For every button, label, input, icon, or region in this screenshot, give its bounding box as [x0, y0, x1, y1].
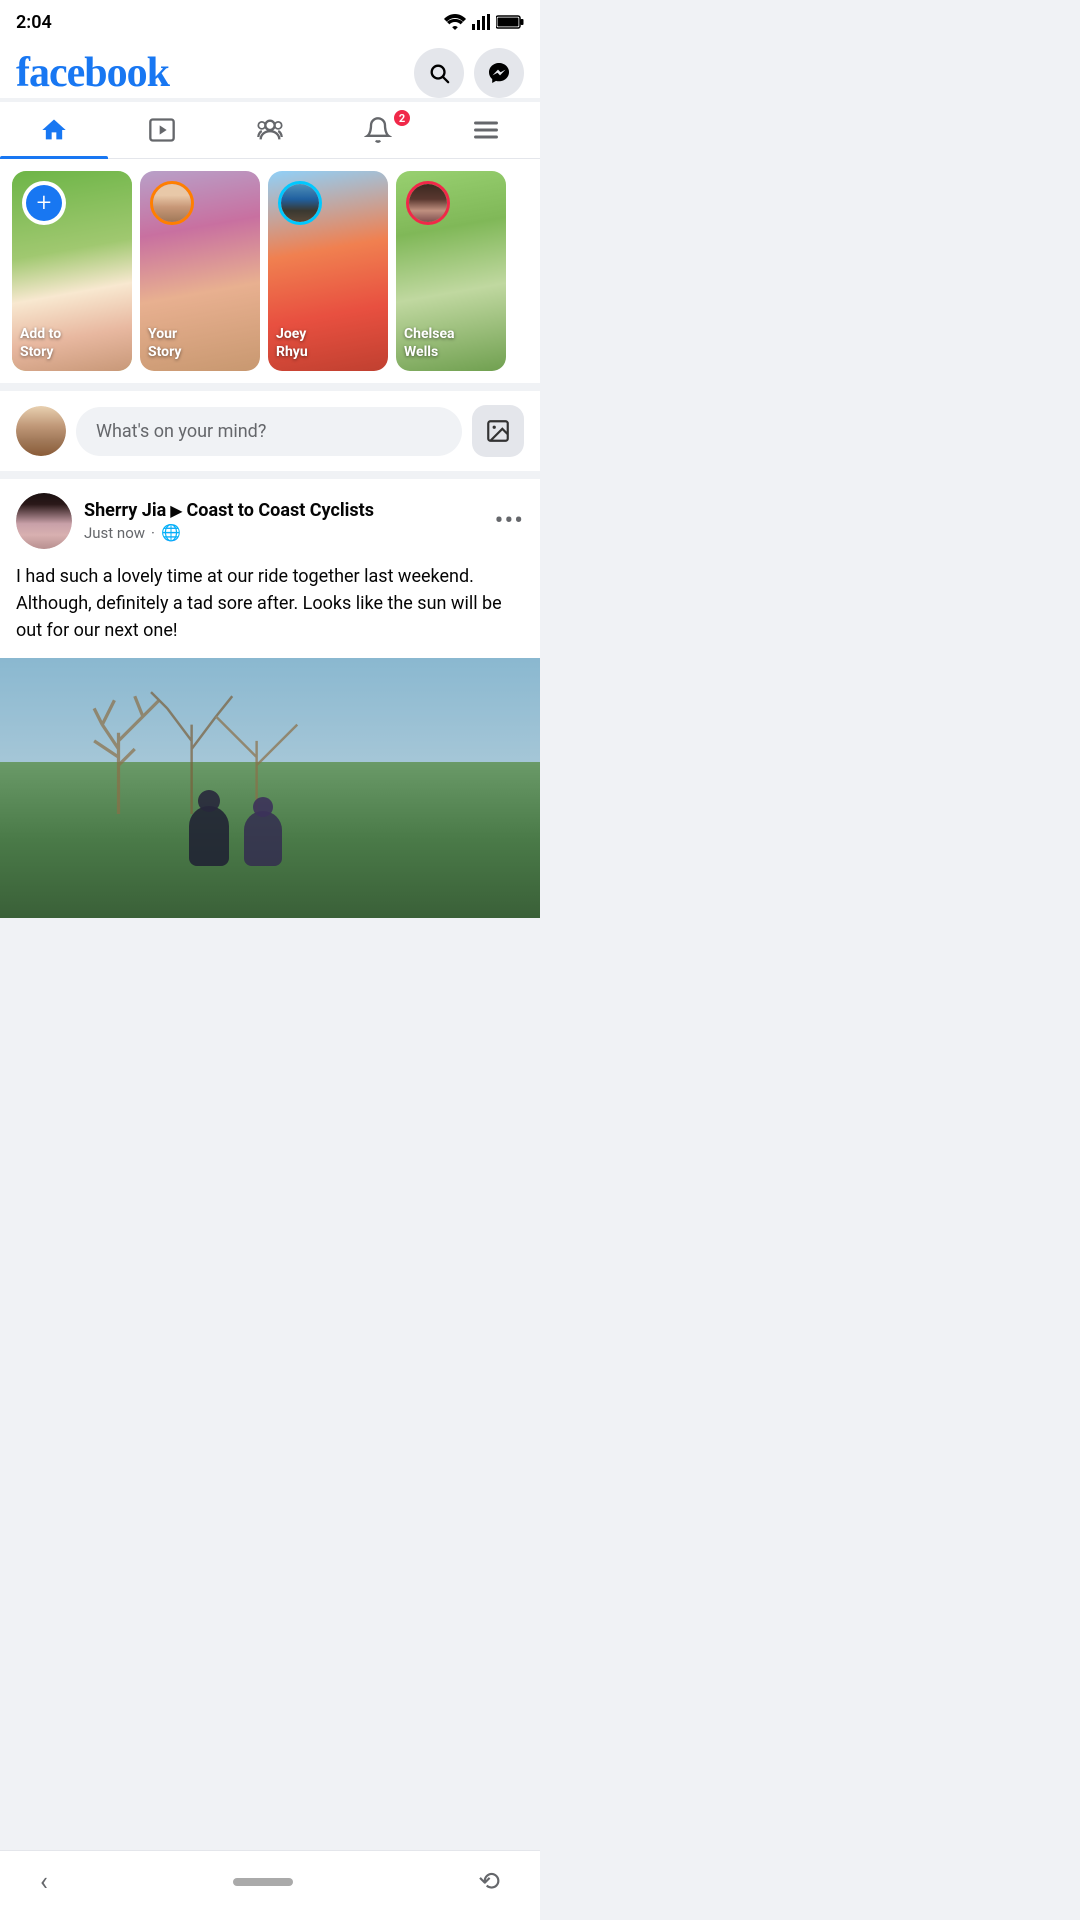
back-button[interactable]: ‹ [40, 1867, 48, 1897]
joey-story-avatar [278, 181, 322, 225]
groups-icon [256, 116, 284, 144]
stories-section: + Add toStory YourStory JoeyRhyu [0, 159, 540, 383]
status-bar: 2:04 [0, 0, 540, 40]
rotate-button[interactable]: ⟲ [478, 1867, 500, 1897]
status-icons [444, 14, 524, 30]
add-plus-icon: + [26, 185, 62, 221]
tab-watch[interactable] [108, 102, 216, 158]
photo-icon [485, 418, 511, 444]
post-image[interactable] [0, 658, 540, 918]
search-icon [428, 62, 450, 84]
story-add[interactable]: + Add toStory [12, 171, 132, 371]
post-group-name[interactable]: Coast to Coast Cyclists [187, 500, 374, 521]
post-arrow-icon: ▶ [170, 501, 182, 520]
story-your[interactable]: YourStory [140, 171, 260, 371]
add-story-label: Add toStory [20, 325, 61, 361]
post-header: Sherry Jia ▶ Coast to Coast Cyclists Jus… [0, 479, 540, 559]
menu-icon [472, 116, 500, 144]
story-joey[interactable]: JoeyRhyu [268, 171, 388, 371]
header: facebook [0, 40, 540, 98]
post-time: Just now [84, 524, 145, 542]
current-user-avatar [16, 406, 66, 456]
search-button[interactable] [414, 48, 464, 98]
home-icon [40, 116, 68, 144]
messenger-icon [487, 61, 511, 85]
facebook-logo: facebook [16, 49, 169, 97]
stories-scroll: + Add toStory YourStory JoeyRhyu [0, 171, 540, 371]
tab-menu[interactable] [432, 102, 540, 158]
bell-icon [364, 116, 392, 144]
post-photo [0, 658, 540, 918]
add-post-input[interactable]: What's on your mind? [76, 407, 462, 456]
add-post-section: What's on your mind? [0, 391, 540, 471]
post-meta: Sherry Jia ▶ Coast to Coast Cyclists Jus… [84, 500, 483, 542]
messenger-button[interactable] [474, 48, 524, 98]
signal-icon [472, 14, 490, 30]
post-more-button[interactable]: ••• [495, 511, 524, 532]
your-story-avatar [150, 181, 194, 225]
your-story-label: YourStory [148, 325, 181, 361]
chelsea-story-label: ChelseaWells [404, 325, 455, 361]
post-time-dot: · [151, 524, 155, 542]
post-card: Sherry Jia ▶ Coast to Coast Cyclists Jus… [0, 479, 540, 918]
post-author-line: Sherry Jia ▶ Coast to Coast Cyclists [84, 500, 483, 521]
notification-badge: 2 [392, 108, 412, 128]
play-icon [148, 116, 176, 144]
story-chelsea[interactable]: ChelseaWells [396, 171, 506, 371]
globe-icon: 🌐 [161, 523, 181, 542]
home-indicator [233, 1878, 293, 1886]
post-time-line: Just now · 🌐 [84, 523, 483, 542]
tab-notifications[interactable]: 2 [324, 102, 432, 158]
post-author-avatar[interactable] [16, 493, 72, 549]
add-story-btn[interactable]: + [22, 181, 66, 225]
nav-tabs: 2 [0, 102, 540, 159]
bottom-nav: ‹ ⟲ [0, 1850, 540, 1920]
joey-story-label: JoeyRhyu [276, 325, 308, 361]
add-photo-button[interactable] [472, 405, 524, 457]
chelsea-story-avatar [406, 181, 450, 225]
tab-groups[interactable] [216, 102, 324, 158]
battery-icon [496, 15, 524, 29]
status-time: 2:04 [16, 12, 52, 33]
post-text: I had such a lovely time at our ride tog… [0, 559, 540, 658]
header-actions [414, 48, 524, 98]
tab-home[interactable] [0, 102, 108, 158]
post-author-name[interactable]: Sherry Jia [84, 500, 166, 521]
wifi-icon [444, 14, 466, 30]
